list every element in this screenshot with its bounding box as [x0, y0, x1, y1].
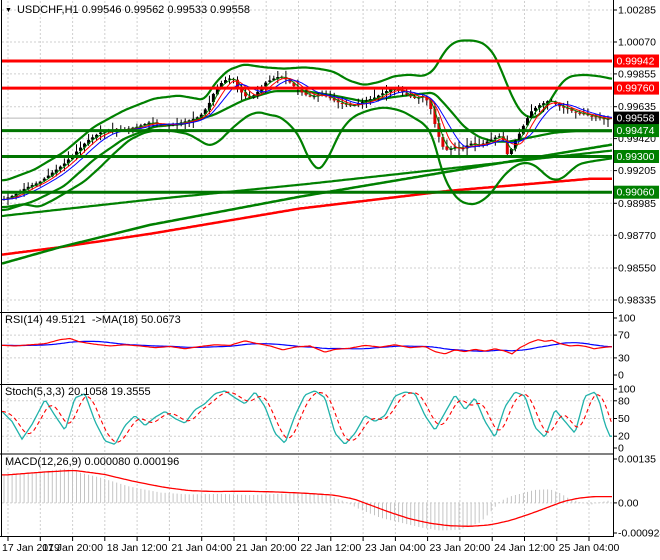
- price-tick-label: 0.98985: [618, 198, 656, 210]
- chart-title-text: USDCHF,H1 0.99546 0.99562 0.99533 0.9955…: [16, 4, 250, 16]
- price-badge-label: 0.99760: [617, 83, 655, 95]
- rsi-panel: [2, 337, 613, 355]
- price-tick-label: 0.98770: [618, 230, 656, 242]
- indicator-tick-label: 0: [618, 370, 624, 382]
- macd-signal-line: [2, 469, 612, 527]
- candle-bear: [340, 103, 344, 104]
- time-label: 18 Jan 12:00: [107, 542, 168, 554]
- indicator-tick-label: -0.000924: [618, 528, 660, 540]
- price-tick-label: 0.99855: [618, 68, 656, 80]
- price-tick-label: 1.00070: [618, 36, 656, 48]
- time-label: 23 Jan 20:00: [430, 542, 491, 554]
- price-badge-label: 0.99942: [617, 56, 655, 68]
- indicator-tick-label: 30: [618, 352, 630, 364]
- time-label: 21 Jan 20:00: [236, 542, 297, 554]
- time-label: 21 Jan 04:00: [171, 542, 232, 554]
- indicator-tick-label: 70: [618, 330, 630, 342]
- price-badge-label: 0.99060: [617, 187, 655, 199]
- price-badge-label: 0.99558: [617, 113, 655, 125]
- candle-bear: [308, 95, 312, 97]
- price-badge-label: 0.99474: [617, 125, 655, 137]
- indicator-tick-label: 80: [618, 395, 630, 407]
- indicator-tick-label: 100: [618, 313, 636, 325]
- indicator-tick-label: 20: [618, 431, 630, 443]
- trend-ma-green-fast: [1, 143, 613, 265]
- macd-panel: [2, 468, 612, 531]
- time-label: 25 Jan 04:00: [559, 542, 620, 554]
- time-label: 24 Jan 12:00: [494, 542, 555, 554]
- price-axis: 1.002851.000700.998550.996350.994200.992…: [613, 5, 660, 540]
- candle-bear: [574, 111, 578, 113]
- price-tick-label: 0.98335: [618, 295, 656, 307]
- chart-window: 1.00285 1.00070 0.99855 0.99635 0.99420 0.992…: [0, 0, 660, 560]
- rsi-label: RSI(14) 49.5121 ->MA(18) 50.0673: [5, 314, 181, 326]
- time-label: 22 Jan 12:00: [300, 542, 361, 554]
- time-label: 23 Jan 04:00: [365, 542, 426, 554]
- chart-title: ▼ USDCHF,H1 0.99546 0.99562 0.99533 0.99…: [5, 4, 250, 16]
- indicator-tick-label: 50: [618, 413, 630, 425]
- price-tick-label: 0.98550: [618, 263, 656, 275]
- trend-ma-red: [1, 177, 612, 256]
- time-axis: 17 Jan 201917 Jan 20:00 18 Jan 12:00 21 Ja…: [2, 542, 620, 554]
- price-tick-label: 0.99205: [618, 165, 656, 177]
- stoch-label: Stoch(5,3,3) 20.1058 19.3555: [5, 386, 151, 398]
- price-badge-label: 0.99300: [617, 151, 655, 163]
- indicator-tick-label: 0.00135: [618, 454, 656, 466]
- price-tick-label: 1.00285: [618, 5, 656, 17]
- macd-label: MACD(12,26,9) 0.000080 0.000196: [5, 456, 180, 468]
- indicator-tick-label: 100: [618, 384, 636, 396]
- indicator-tick-label: 0.00: [618, 497, 639, 509]
- price-chart-canvas[interactable]: 1.002851.000700.998550.996350.994200.992…: [0, 0, 660, 560]
- time-label: 17 Jan 20:00: [42, 542, 103, 554]
- symbol-dropdown-icon[interactable]: ▼: [5, 7, 12, 14]
- price-tick-label: 0.99635: [618, 101, 656, 113]
